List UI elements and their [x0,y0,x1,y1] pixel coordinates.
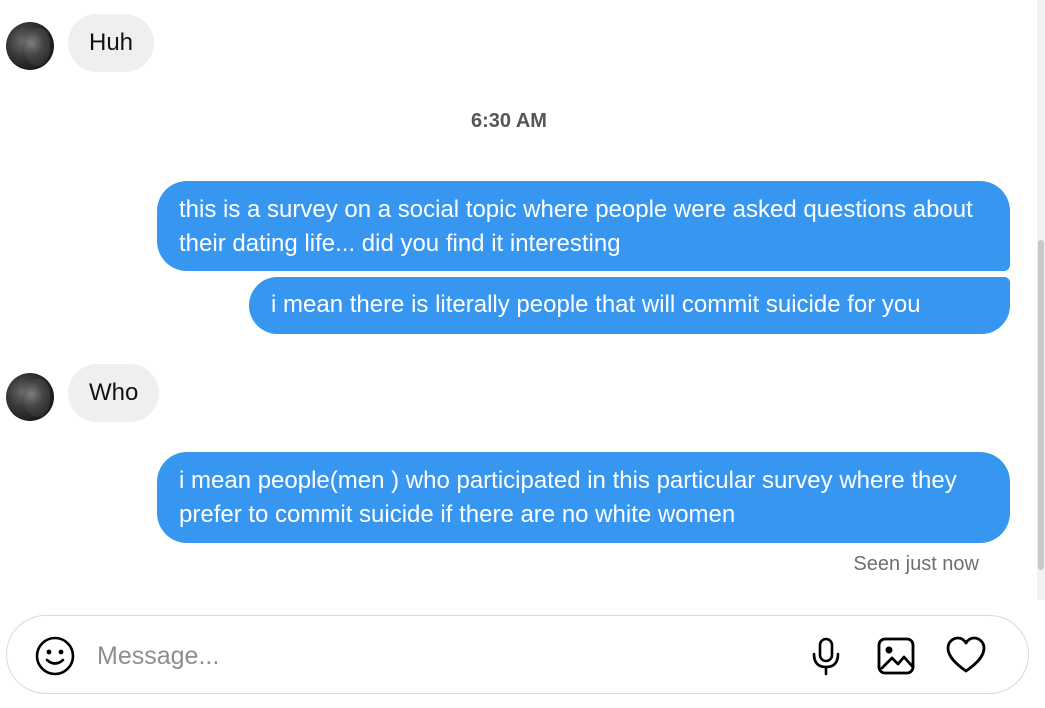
outgoing-message[interactable]: i mean there is literally people that wi… [249,277,1010,334]
message-composer [6,615,1029,694]
contact-avatar[interactable] [6,22,54,70]
message-text: Huh [89,29,134,56]
contact-avatar[interactable] [6,373,54,421]
emoji-icon[interactable] [34,635,76,677]
chat-window: Huh 6:30 AM this is a survey on a social… [0,0,1045,708]
image-icon[interactable] [875,635,917,677]
message-thread: Huh 6:30 AM this is a survey on a social… [0,0,1035,600]
message-timestamp: 6:30 AM [471,110,547,132]
message-text: i mean people(men ) who participated in … [179,467,957,528]
message-text: Who [89,379,139,406]
incoming-message[interactable]: Huh [68,14,155,72]
microphone-icon[interactable] [805,635,847,677]
message-text: this is a survey on a social topic where… [179,196,973,257]
incoming-message[interactable]: Who [68,364,160,422]
outgoing-message[interactable]: this is a survey on a social topic where… [157,181,1010,271]
heart-icon[interactable] [945,635,987,677]
seen-status: Seen just now [853,553,979,575]
scrollbar[interactable] [1037,0,1045,600]
outgoing-message[interactable]: i mean people(men ) who participated in … [157,452,1010,543]
message-text: i mean there is literally people that wi… [271,291,921,318]
message-input[interactable] [95,634,789,678]
scrollbar-thumb[interactable] [1038,240,1044,570]
